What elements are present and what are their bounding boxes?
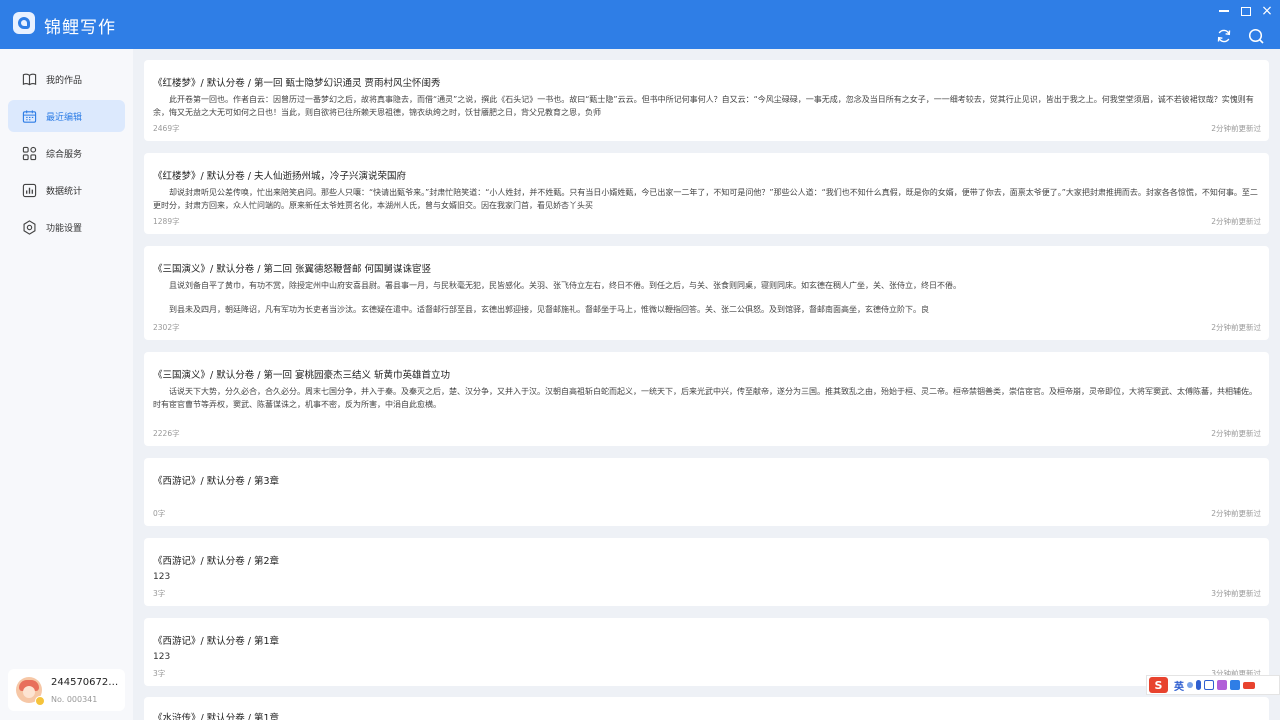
card-title: 《西游记》/ 默认分卷 / 第2章 (153, 556, 280, 567)
sidebar-item-label: 综合服务 (46, 149, 83, 160)
recent-card[interactable]: 《红楼梦》/ 默认分卷 / 第一回 甄士隐梦幻识通灵 贾雨村风尘怀闺秀 此开卷第… (144, 60, 1269, 141)
sidebar-item-label: 我的作品 (46, 75, 83, 86)
chart-icon (22, 183, 37, 197)
maximize-icon[interactable] (1239, 5, 1253, 17)
ime-language-toggle[interactable]: 英 (1174, 678, 1184, 693)
user-number: No. 000341 (51, 695, 98, 704)
card-excerpt: 且说刘备自平了黄巾，有功不赏，除授定州中山府安喜县尉。署县事一月，与民秋毫无犯，… (169, 281, 961, 314)
sidebar-item-statistics[interactable]: 数据统计 (8, 174, 125, 206)
user-name: 244570672… (51, 677, 119, 688)
recent-card[interactable]: 《西游记》/ 默认分卷 / 第1章 123 3字 3分钟前更新过 (144, 618, 1269, 686)
sidebar-item-label: 功能设置 (46, 223, 83, 234)
keyboard-icon[interactable] (1204, 680, 1214, 690)
updated-time: 2分钟前更新过 (1211, 124, 1261, 133)
skin-icon[interactable] (1217, 680, 1227, 690)
sidebar-item-label: 数据统计 (46, 186, 83, 197)
updated-time: 2分钟前更新过 (1211, 323, 1261, 332)
title-bar: 锦鲤写作 × (0, 0, 1280, 49)
card-title: 《红楼梦》/ 默认分卷 / 第一回 甄士隐梦幻识通灵 贾雨村风尘怀闺秀 (153, 78, 441, 89)
more-icon[interactable] (1243, 681, 1255, 689)
recent-edits-list: 《红楼梦》/ 默认分卷 / 第一回 甄士隐梦幻识通灵 贾雨村风尘怀闺秀 此开卷第… (133, 49, 1280, 720)
recent-card[interactable]: 《水浒传》/ 默认分卷 / 第1章 (144, 697, 1269, 720)
word-count: 1289字 (153, 217, 180, 226)
recent-card[interactable]: 《红楼梦》/ 默认分卷 / 夫人仙逝扬州城，冷子兴演说荣国府 却说封肃听见公差传… (144, 153, 1269, 234)
card-excerpt: 却说封肃听见公差传唤，忙出来陪笑启问。那些人只嚷：“快请出甄爷来。”封肃忙陪笑道… (153, 188, 1258, 210)
word-count: 3字 (153, 589, 166, 598)
card-title: 《西游记》/ 默认分卷 / 第1章 (153, 636, 280, 647)
updated-time: 2分钟前更新过 (1211, 217, 1261, 226)
card-title: 《西游记》/ 默认分卷 / 第3章 (153, 476, 280, 487)
sogou-logo-icon[interactable]: S (1149, 677, 1168, 693)
search-icon[interactable] (1248, 28, 1264, 44)
grid-icon (22, 146, 37, 160)
sidebar-item-settings[interactable]: 功能设置 (8, 211, 125, 243)
word-count: 0字 (153, 509, 166, 518)
ime-toolbar[interactable]: S 英 (1146, 675, 1280, 695)
punctuation-icon[interactable] (1187, 682, 1193, 688)
gear-icon (23, 219, 36, 235)
user-card[interactable]: 244570672… No. 000341 (8, 669, 125, 711)
app-title: 锦鲤写作 (44, 18, 116, 38)
refresh-icon[interactable] (1216, 28, 1232, 44)
recent-card[interactable]: 《三国演义》/ 默认分卷 / 第二回 张翼德怒鞭督邮 何国舅谋诛宦竖 且说刘备自… (144, 246, 1269, 340)
card-excerpt: 123 (153, 572, 171, 582)
updated-time: 2分钟前更新过 (1211, 509, 1261, 518)
sidebar-item-my-works[interactable]: 我的作品 (8, 63, 125, 95)
recent-card[interactable]: 《西游记》/ 默认分卷 / 第3章 0字 2分钟前更新过 (144, 458, 1269, 526)
sidebar-item-recent-edits[interactable]: 最近编辑 (8, 100, 125, 132)
recent-card[interactable]: 《三国演义》/ 默认分卷 / 第一回 宴桃园豪杰三结义 斩黄巾英雄首立功 话说天… (144, 352, 1269, 446)
recent-card[interactable]: 《西游记》/ 默认分卷 / 第2章 123 3字 3分钟前更新过 (144, 538, 1269, 606)
card-excerpt: 此开卷第一回也。作者自云：因曾历过一番梦幻之后，故将真事隐去，而借“通灵”之说，… (153, 95, 1254, 117)
calendar-icon (22, 109, 37, 123)
word-count: 2226字 (153, 429, 180, 438)
card-title: 《三国演义》/ 默认分卷 / 第二回 张翼德怒鞭督邮 何国舅谋诛宦竖 (153, 264, 432, 275)
minimize-icon[interactable] (1217, 5, 1231, 17)
vip-badge-icon (35, 696, 45, 706)
word-count: 2469字 (153, 124, 180, 133)
microphone-icon[interactable] (1196, 680, 1201, 690)
card-title: 《水浒传》/ 默认分卷 / 第1章 (153, 713, 280, 720)
book-icon (22, 73, 37, 85)
updated-time: 2分钟前更新过 (1211, 429, 1261, 438)
close-icon[interactable]: × (1260, 4, 1274, 18)
card-excerpt: 话说天下大势，分久必合，合久必分。周末七国分争，并入于秦。及秦灭之后，楚、汉分争… (153, 387, 1257, 409)
sidebar-item-services[interactable]: 综合服务 (8, 137, 125, 169)
card-excerpt: 123 (153, 652, 171, 662)
word-count: 2302字 (153, 323, 180, 332)
word-count: 3字 (153, 669, 166, 678)
sidebar: 我的作品 最近编辑 综合服务 数据统计 功能设置 244570672… No. … (0, 49, 133, 720)
sidebar-item-label: 最近编辑 (46, 112, 83, 123)
updated-time: 3分钟前更新过 (1211, 589, 1261, 598)
toolbox-icon[interactable] (1230, 680, 1240, 690)
card-title: 《三国演义》/ 默认分卷 / 第一回 宴桃园豪杰三结义 斩黄巾英雄首立功 (153, 370, 451, 381)
card-title: 《红楼梦》/ 默认分卷 / 夫人仙逝扬州城，冷子兴演说荣国府 (153, 171, 406, 182)
app-logo-icon (13, 12, 35, 34)
